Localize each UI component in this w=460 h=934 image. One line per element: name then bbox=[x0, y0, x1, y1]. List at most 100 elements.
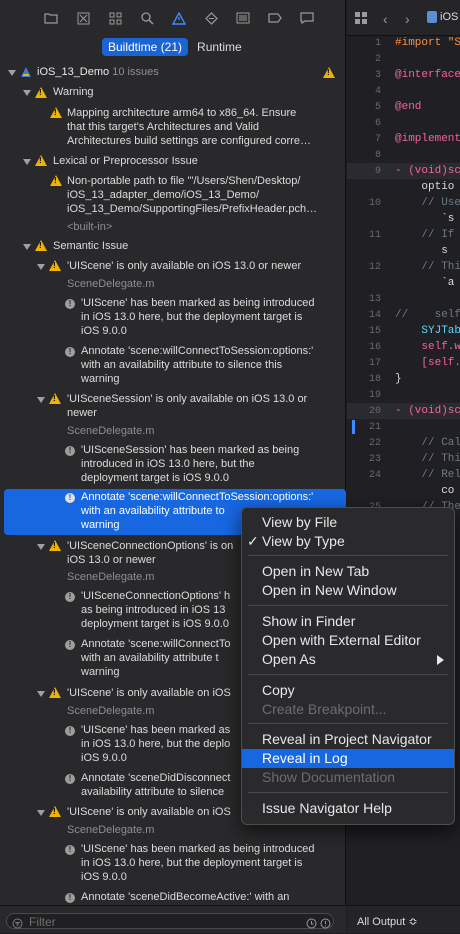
code-line: 1 #import "S bbox=[347, 36, 460, 52]
issue-row[interactable]: 'UISceneConnectionOptions' is on bbox=[67, 540, 233, 554]
line-number: 21 bbox=[368, 422, 381, 433]
menu-label: Issue Navigator Help bbox=[262, 800, 392, 816]
group-warning[interactable]: Warning bbox=[53, 86, 94, 100]
back-icon[interactable]: ‹ bbox=[383, 11, 388, 27]
menu-item-copy[interactable]: Copy bbox=[242, 681, 454, 700]
menu-item-open-new-window[interactable]: Open in New Window bbox=[242, 581, 454, 600]
note-row[interactable]: Annotate 'sceneDidBecomeActive:' with an bbox=[81, 891, 289, 905]
issue-row[interactable]: Mapping architecture arm64 to x86_64. En… bbox=[67, 107, 296, 121]
issue-row[interactable]: 'UIScene' is only available on iOS bbox=[67, 687, 231, 701]
report-icon[interactable] bbox=[296, 7, 318, 29]
issue-row-line: Architectures build settings are configu… bbox=[67, 135, 311, 147]
filter-field[interactable]: Filter bbox=[6, 913, 334, 929]
code-text[interactable]: s bbox=[395, 245, 448, 257]
disclosure-triangle-icon[interactable] bbox=[37, 691, 45, 697]
disclosure-triangle-icon[interactable] bbox=[37, 544, 45, 550]
disclosure-triangle-icon[interactable] bbox=[37, 810, 45, 816]
note-row[interactable]: 'UIScene' has been marked as being intro… bbox=[81, 843, 315, 857]
breakpoint-icon[interactable] bbox=[264, 7, 286, 29]
line-number: 18 bbox=[368, 374, 381, 385]
line-number: 5 bbox=[374, 102, 381, 113]
code-text[interactable]: - (void)sc bbox=[395, 165, 460, 177]
code-text[interactable]: SYJTab bbox=[395, 325, 460, 337]
note-row[interactable]: 'UIScene' has been marked as bbox=[81, 724, 230, 738]
menu-label: Reveal in Project Navigator bbox=[262, 731, 432, 747]
code-text[interactable]: // Cal bbox=[395, 437, 460, 449]
note-row[interactable]: 'UISceneSession' has been marked as bein… bbox=[81, 444, 299, 458]
issue-icon[interactable] bbox=[168, 7, 190, 29]
folder-icon[interactable] bbox=[40, 7, 62, 29]
code-text[interactable]: co bbox=[395, 485, 454, 497]
issue-row[interactable]: 'UIScene' is only available on iOS 13.0 … bbox=[67, 260, 301, 274]
code-text[interactable]: @implement bbox=[395, 133, 460, 145]
code-text[interactable]: `a bbox=[395, 277, 454, 289]
source-control-icon[interactable] bbox=[72, 7, 94, 29]
group-semantic[interactable]: Semantic Issue bbox=[53, 240, 128, 254]
code-line: 6 bbox=[347, 116, 460, 132]
note-icon: ! bbox=[65, 446, 75, 456]
menu-item-reveal-in-log[interactable]: Reveal in Log bbox=[242, 749, 454, 768]
code-text[interactable]: // Rel bbox=[395, 469, 460, 481]
note-row[interactable]: 'UISceneConnectionOptions' h bbox=[81, 590, 230, 604]
disclosure-triangle-icon[interactable] bbox=[8, 70, 16, 76]
disclosure-triangle-icon[interactable] bbox=[37, 397, 45, 403]
code-text[interactable]: #import "S bbox=[395, 37, 460, 49]
code-text[interactable]: // If bbox=[395, 229, 454, 241]
menu-item-reveal-project-navigator[interactable]: Reveal in Project Navigator bbox=[242, 730, 454, 749]
tab-runtime[interactable]: Runtime bbox=[191, 38, 248, 56]
line-number: 24 bbox=[368, 470, 381, 481]
menu-item-show-in-finder[interactable]: Show in Finder bbox=[242, 612, 454, 631]
forward-icon[interactable]: › bbox=[405, 11, 410, 27]
note-row[interactable]: 'UIScene' has been marked as being intro… bbox=[81, 297, 315, 311]
code-text[interactable]: `s bbox=[395, 213, 454, 225]
menu-item-view-by-type[interactable]: ✓ View by Type bbox=[242, 532, 454, 551]
test-icon[interactable] bbox=[200, 7, 222, 29]
issue-row[interactable]: 'UISceneSession' is only available on iO… bbox=[67, 393, 307, 407]
menu-separator bbox=[248, 674, 448, 675]
related-items-icon[interactable] bbox=[355, 11, 367, 29]
menu-item-open-as[interactable]: Open As bbox=[242, 650, 454, 669]
note-row[interactable]: Annotate 'scene:willConnectToSession:opt… bbox=[81, 345, 313, 359]
tab-buildtime[interactable]: Buildtime (21) bbox=[102, 38, 189, 56]
code-text[interactable]: // Thi bbox=[395, 453, 460, 465]
disclosure-triangle-icon[interactable] bbox=[23, 244, 31, 250]
menu-item-help[interactable]: Issue Navigator Help bbox=[242, 799, 454, 818]
debug-icon[interactable] bbox=[232, 7, 254, 29]
code-line: 4 bbox=[347, 84, 460, 100]
code-text[interactable]: optio bbox=[395, 181, 454, 193]
menu-item-open-new-tab[interactable]: Open in New Tab bbox=[242, 562, 454, 581]
line-number: 22 bbox=[368, 438, 381, 449]
symbol-icon[interactable] bbox=[104, 7, 126, 29]
menu-item-create-breakpoint: Create Breakpoint... bbox=[242, 700, 454, 719]
disclosure-triangle-icon[interactable] bbox=[23, 90, 31, 96]
warning-icon bbox=[35, 155, 47, 166]
menu-item-view-by-file[interactable]: View by File bbox=[242, 513, 454, 532]
note-row-selected[interactable]: Annotate 'scene:willConnectToSession:opt… bbox=[81, 491, 313, 505]
breadcrumb-file[interactable]: iOS bbox=[440, 11, 458, 23]
code-text[interactable]: } bbox=[395, 373, 402, 385]
disclosure-triangle-icon[interactable] bbox=[37, 264, 45, 270]
issue-row[interactable]: 'UIScene' is only available on iOS bbox=[67, 806, 231, 820]
issue-row[interactable]: Non-portable path to file '"/Users/Shen/… bbox=[67, 175, 300, 189]
group-lexical[interactable]: Lexical or Preprocessor Issue bbox=[53, 155, 198, 169]
project-row[interactable]: iOS_13_Demo 10 issues bbox=[37, 66, 159, 80]
code-text[interactable]: // self bbox=[395, 309, 460, 321]
note-row[interactable]: Annotate 'scene:willConnectTo bbox=[81, 638, 230, 652]
code-text[interactable]: // Thi bbox=[395, 261, 460, 273]
note-row[interactable]: Annotate 'sceneDidDisconnect bbox=[81, 772, 230, 786]
code-text[interactable]: @interface bbox=[395, 69, 460, 81]
find-icon[interactable] bbox=[136, 7, 158, 29]
code-text[interactable]: @end bbox=[395, 101, 421, 113]
code-line: 9 - (void)sc bbox=[347, 164, 460, 180]
code-text[interactable]: self.w bbox=[395, 341, 460, 353]
warning-filter-icon[interactable] bbox=[320, 916, 331, 934]
code-line: 3 @interface bbox=[347, 68, 460, 84]
code-text[interactable]: [self. bbox=[395, 357, 460, 369]
issue-location: SceneDelegate.m bbox=[67, 278, 155, 290]
recent-filter-icon[interactable] bbox=[306, 916, 317, 934]
output-filter-select[interactable]: All Output ≎ bbox=[357, 915, 418, 928]
disclosure-triangle-icon[interactable] bbox=[23, 159, 31, 165]
menu-item-open-external-editor[interactable]: Open with External Editor bbox=[242, 631, 454, 650]
code-text[interactable]: // Use bbox=[395, 197, 460, 209]
code-text[interactable]: - (void)sc bbox=[395, 405, 460, 417]
